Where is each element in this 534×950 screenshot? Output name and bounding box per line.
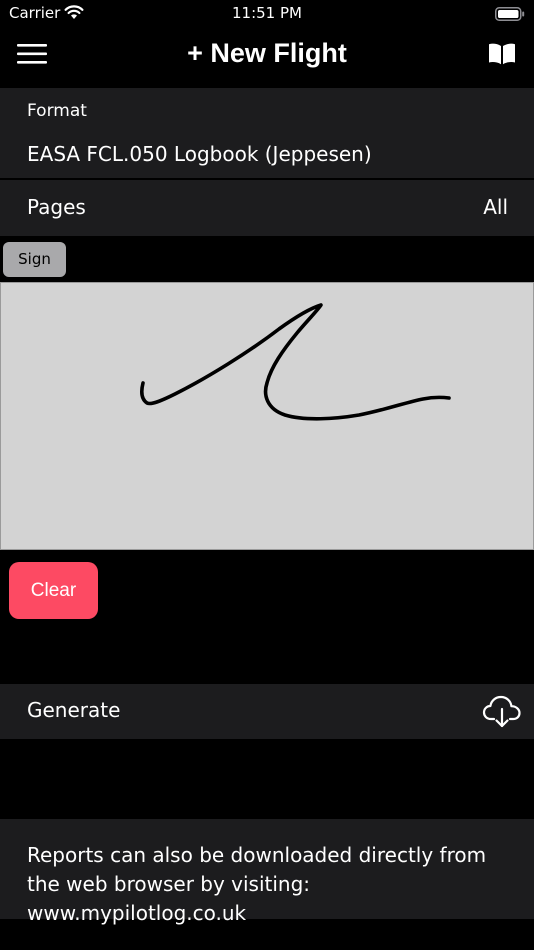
cloud-download-icon[interactable] [482, 693, 522, 733]
status-bar: Carrier 11:51 PM [0, 0, 534, 28]
book-icon[interactable] [488, 42, 516, 70]
pages-label: Pages [27, 195, 86, 219]
format-label: Format [27, 101, 87, 121]
generate-label: Generate [27, 698, 121, 722]
sign-button[interactable]: Sign [3, 242, 66, 277]
format-value: EASA FCL.050 Logbook (Jeppesen) [27, 142, 372, 166]
signature-pad[interactable] [0, 282, 534, 550]
info-block: Reports can also be downloaded directly … [0, 819, 534, 925]
pages-row[interactable]: Pages All [0, 180, 534, 236]
signature-stroke [140, 303, 451, 421]
page-title: + New Flight [187, 38, 347, 68]
battery-icon [495, 6, 525, 25]
nav-bar: + New Flight [0, 28, 534, 82]
generate-row[interactable]: Generate [0, 684, 534, 739]
status-time: 11:51 PM [232, 4, 302, 22]
info-text: Reports can also be downloaded directly … [27, 843, 487, 925]
pages-value: All [483, 195, 508, 219]
format-row[interactable]: Format EASA FCL.050 Logbook (Jeppesen) [0, 88, 534, 178]
clear-button[interactable]: Clear [9, 562, 98, 619]
